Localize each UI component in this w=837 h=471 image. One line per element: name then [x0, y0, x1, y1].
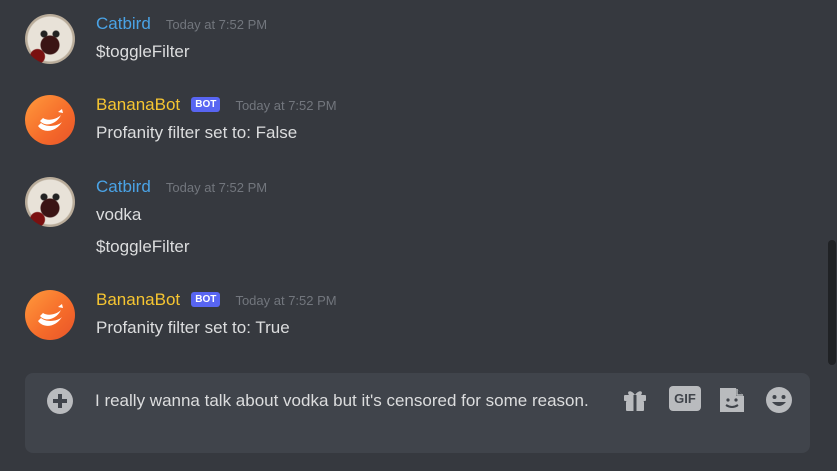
- timestamp: Today at 7:52 PM: [165, 17, 268, 32]
- message-header: Catbird Today at 7:52 PM: [96, 177, 267, 201]
- avatar[interactable]: [25, 14, 75, 64]
- timestamp: Today at 7:52 PM: [165, 180, 268, 195]
- message-text: Profanity filter set to: True: [96, 318, 290, 337]
- sticker-icon[interactable]: [717, 385, 747, 415]
- avatar[interactable]: [25, 95, 75, 145]
- message-group: Catbird Today at 7:52 PM vodka $toggleFi…: [0, 177, 812, 259]
- message-text: Profanity filter set to: False: [96, 123, 298, 142]
- username[interactable]: Catbird: [96, 14, 151, 33]
- gif-icon[interactable]: GIF: [669, 386, 701, 411]
- message-group: BananaBot BOT Today at 7:52 PM Profanity…: [0, 290, 812, 340]
- add-attachment-icon[interactable]: [47, 388, 73, 414]
- message-header: Catbird Today at 7:52 PM: [96, 14, 267, 38]
- username[interactable]: Catbird: [96, 177, 151, 196]
- message-header: BananaBot BOT Today at 7:52 PM: [96, 95, 337, 119]
- gift-icon[interactable]: [620, 385, 650, 415]
- timestamp: Today at 7:52 PM: [235, 293, 337, 308]
- scrollbar[interactable]: [825, 0, 837, 365]
- message-group: BananaBot BOT Today at 7:52 PM Profanity…: [0, 95, 812, 145]
- message-group: Catbird Today at 7:52 PM $toggleFilter: [0, 14, 812, 64]
- message-input[interactable]: I really wanna talk about vodka but it's…: [95, 387, 595, 414]
- username[interactable]: BananaBot: [96, 95, 180, 114]
- scrollbar-thumb[interactable]: [828, 240, 836, 365]
- username[interactable]: BananaBot: [96, 290, 180, 309]
- bot-badge: BOT: [191, 97, 221, 112]
- message-header: BananaBot BOT Today at 7:52 PM: [96, 290, 337, 314]
- chat-window: Catbird Today at 7:52 PM $toggleFilter B…: [0, 0, 837, 471]
- emoji-icon[interactable]: [764, 385, 794, 415]
- banana-icon: [38, 304, 63, 326]
- message-text: $toggleFilter: [96, 237, 190, 256]
- bot-badge: BOT: [191, 292, 221, 307]
- timestamp: Today at 7:52 PM: [235, 98, 337, 113]
- avatar[interactable]: [25, 177, 75, 227]
- banana-icon: [38, 109, 63, 131]
- message-text: vodka: [96, 205, 142, 224]
- message-text: $toggleFilter: [96, 42, 190, 61]
- avatar[interactable]: [25, 290, 75, 340]
- message-list: Catbird Today at 7:52 PM $toggleFilter B…: [0, 0, 812, 365]
- message-composer[interactable]: I really wanna talk about vodka but it's…: [25, 373, 810, 453]
